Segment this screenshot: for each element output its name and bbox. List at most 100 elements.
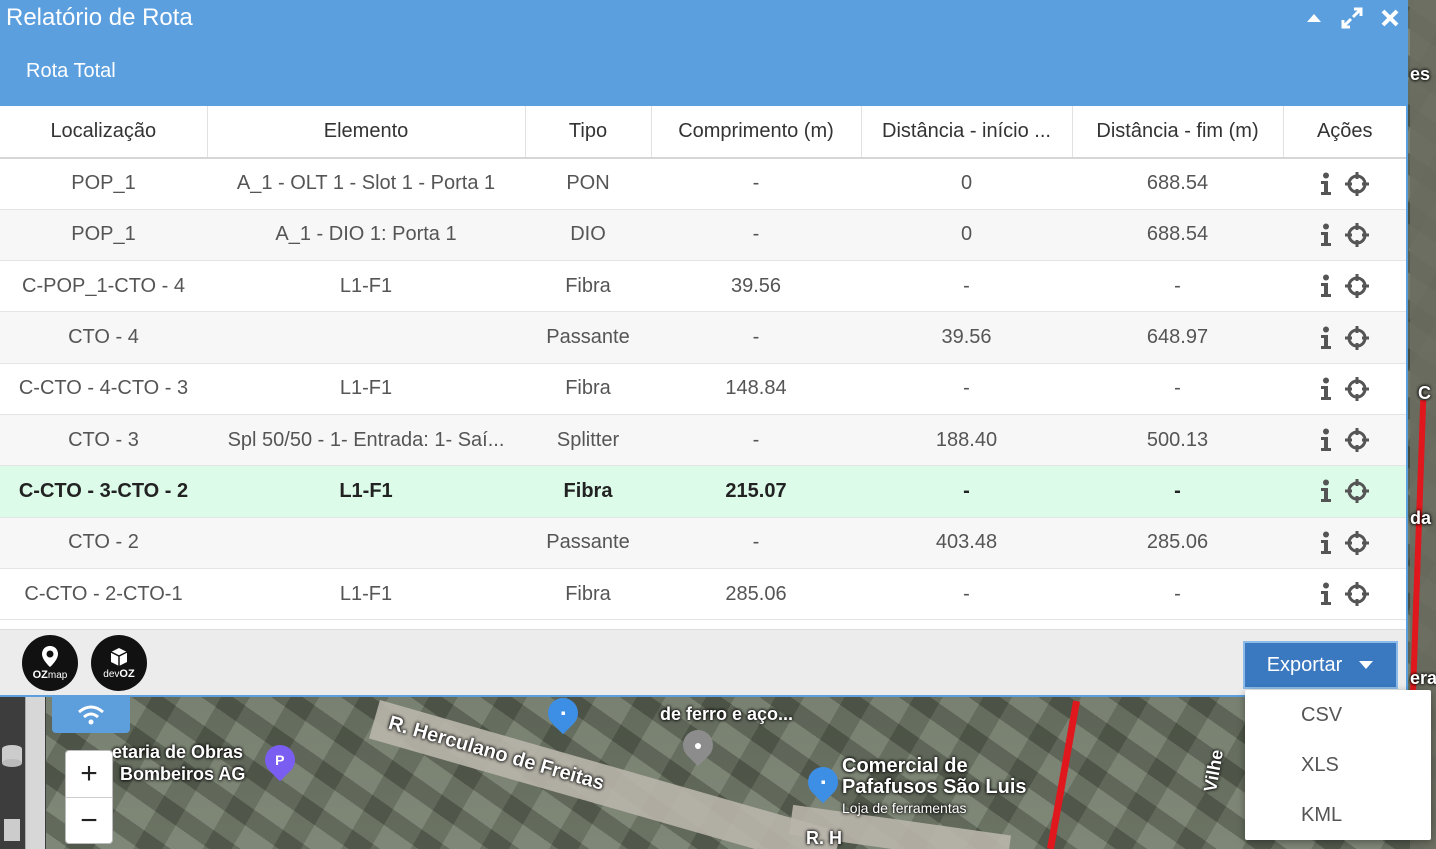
cell-tipo: PON bbox=[525, 158, 651, 210]
map-label-poi: Comercial de bbox=[842, 755, 968, 777]
locate-button[interactable] bbox=[1344, 376, 1370, 402]
map-label-edge: C bbox=[1418, 383, 1431, 403]
info-button[interactable] bbox=[1320, 582, 1332, 606]
column-header-distancia-inicio[interactable]: Distância - início ... bbox=[861, 106, 1073, 159]
export-button-label: Exportar bbox=[1266, 653, 1343, 676]
crosshairs-icon bbox=[1344, 530, 1369, 555]
cell-comprimento: 39.56 bbox=[651, 260, 861, 313]
window-title: Relatório de Rota bbox=[6, 4, 193, 31]
map-label-poi: de ferro e aço... bbox=[660, 704, 794, 724]
cell-acoes bbox=[1283, 465, 1406, 518]
collapse-button[interactable] bbox=[1302, 6, 1326, 30]
cell-acoes bbox=[1283, 363, 1406, 415]
export-option-xls[interactable]: XLS bbox=[1245, 740, 1431, 790]
shop-pin-icon[interactable]: ▪ bbox=[801, 760, 845, 804]
parking-pin-icon[interactable]: P bbox=[258, 738, 302, 782]
column-header-elemento[interactable]: Elemento bbox=[207, 106, 526, 159]
map-label-poi: Pafafusos São Luis bbox=[842, 776, 1027, 798]
info-button[interactable] bbox=[1320, 531, 1332, 555]
info-button[interactable] bbox=[1320, 428, 1332, 452]
zoom-out-button[interactable]: − bbox=[66, 797, 112, 843]
map-label-edge: era bbox=[1410, 668, 1436, 688]
table-row[interactable]: CTO - 3 Spl 50/50 - 1- Entrada: 1- Saí...… bbox=[0, 414, 1406, 467]
cell-acoes bbox=[1283, 517, 1406, 569]
map-label-street: Vilhe bbox=[1200, 747, 1228, 794]
info-button[interactable] bbox=[1320, 172, 1332, 196]
map-toolbar bbox=[0, 697, 46, 849]
column-header-comprimento[interactable]: Comprimento (m) bbox=[651, 106, 862, 159]
layers-icon[interactable] bbox=[0, 741, 24, 771]
locate-button[interactable] bbox=[1344, 530, 1370, 556]
map-toolbar-scrollbar[interactable] bbox=[25, 697, 45, 849]
column-header-distancia-fim[interactable]: Distância - fim (m) bbox=[1072, 106, 1284, 159]
cell-tipo: Passante bbox=[525, 517, 651, 569]
info-button[interactable] bbox=[1320, 377, 1332, 401]
expand-icon bbox=[1341, 7, 1363, 29]
crosshairs-icon bbox=[1344, 479, 1369, 504]
locate-button[interactable] bbox=[1344, 222, 1370, 248]
column-header-localizacao[interactable]: Localização bbox=[0, 106, 208, 159]
cell-elemento: L1-F1 bbox=[207, 260, 525, 313]
table-row[interactable]: CTO - 4 Passante -39.56 648.97 bbox=[0, 311, 1406, 364]
locate-button[interactable] bbox=[1344, 171, 1370, 197]
info-button[interactable] bbox=[1320, 326, 1332, 350]
map-label-street: R. H bbox=[806, 828, 842, 848]
export-option-kml[interactable]: KML bbox=[1245, 790, 1431, 840]
table-row[interactable]: C-POP_1-CTO - 4 L1-F1 Fibra 39.56- - bbox=[0, 260, 1406, 313]
cube-icon bbox=[110, 648, 128, 666]
close-button[interactable] bbox=[1378, 6, 1402, 30]
locate-button[interactable] bbox=[1344, 273, 1370, 299]
window-titlebar[interactable]: Relatório de Rota bbox=[0, 0, 1406, 36]
cell-distancia-inicio: 0 bbox=[861, 158, 1072, 210]
cell-distancia-inicio: - bbox=[861, 260, 1072, 313]
crosshairs-icon bbox=[1344, 274, 1369, 299]
document-icon[interactable] bbox=[0, 815, 24, 845]
map-pin-icon bbox=[42, 646, 58, 667]
tab-rota-total[interactable]: Rota Total bbox=[26, 60, 116, 83]
info-button[interactable] bbox=[1320, 479, 1332, 503]
route-report-window: Relatório de Rota Rota Total Localização… bbox=[0, 0, 1408, 697]
locate-button[interactable] bbox=[1344, 581, 1370, 607]
shop-pin-icon[interactable]: ▪ bbox=[541, 691, 585, 735]
table-row[interactable]: C-CTO - 4-CTO - 3 L1-F1 Fibra 148.84- - bbox=[0, 363, 1406, 415]
table-row[interactable]: POP_1 A_1 - OLT 1 - Slot 1 - Porta 1 PON -0… bbox=[0, 158, 1406, 210]
zoom-in-button[interactable]: + bbox=[66, 751, 112, 797]
info-icon bbox=[1320, 428, 1331, 452]
cell-tipo: Splitter bbox=[525, 414, 651, 467]
maximize-button[interactable] bbox=[1340, 6, 1364, 30]
table-row[interactable]: C-CTO - 2-CTO-1 L1-F1 Fibra 285.06- - bbox=[0, 568, 1406, 621]
wifi-button[interactable] bbox=[52, 697, 130, 733]
cell-acoes bbox=[1283, 260, 1406, 313]
cell-comprimento: - bbox=[651, 517, 861, 569]
export-button[interactable]: Exportar bbox=[1243, 641, 1398, 689]
column-header-acoes: Ações bbox=[1283, 106, 1406, 159]
cell-distancia-fim: 285.06 bbox=[1072, 517, 1283, 569]
crosshairs-icon bbox=[1344, 171, 1369, 196]
info-button[interactable] bbox=[1320, 223, 1332, 247]
export-dropdown-menu: CSV XLS KML bbox=[1245, 690, 1431, 840]
table-row[interactable]: CTO - 2 Passante -403.48 285.06 bbox=[0, 517, 1406, 569]
column-header-tipo[interactable]: Tipo bbox=[525, 106, 652, 159]
info-button[interactable] bbox=[1320, 274, 1332, 298]
table-row[interactable]: C-CTO - 3-CTO - 2 L1-F1 Fibra 215.07- - bbox=[0, 465, 1406, 518]
table-row[interactable]: POP_1 A_1 - DIO 1: Porta 1 DIO -0 688.54 bbox=[0, 209, 1406, 262]
cell-localizacao: C-CTO - 4-CTO - 3 bbox=[0, 363, 207, 415]
locate-button[interactable] bbox=[1344, 427, 1370, 453]
cell-comprimento: - bbox=[651, 414, 861, 467]
cell-elemento: Spl 50/50 - 1- Entrada: 1- Saí... bbox=[207, 414, 525, 467]
locate-button[interactable] bbox=[1344, 325, 1370, 351]
place-pin-icon[interactable]: ● bbox=[676, 723, 720, 767]
map-label-poi: Bombeiros AG bbox=[120, 764, 246, 784]
devoz-logo[interactable]: devOZ bbox=[91, 635, 147, 691]
cell-distancia-fim: - bbox=[1072, 363, 1283, 415]
crosshairs-icon bbox=[1344, 222, 1369, 247]
cell-distancia-fim: - bbox=[1072, 568, 1283, 621]
cell-distancia-fim: - bbox=[1072, 260, 1283, 313]
ozmap-logo[interactable]: OZmap bbox=[22, 635, 78, 691]
export-option-csv[interactable]: CSV bbox=[1245, 690, 1431, 740]
caret-up-icon bbox=[1307, 14, 1321, 22]
panel-footer: OZmap devOZ Exportar bbox=[0, 629, 1406, 695]
cell-distancia-fim: 688.54 bbox=[1072, 209, 1283, 262]
locate-button[interactable] bbox=[1344, 478, 1370, 504]
cell-localizacao: C-CTO - 2-CTO-1 bbox=[0, 568, 207, 621]
